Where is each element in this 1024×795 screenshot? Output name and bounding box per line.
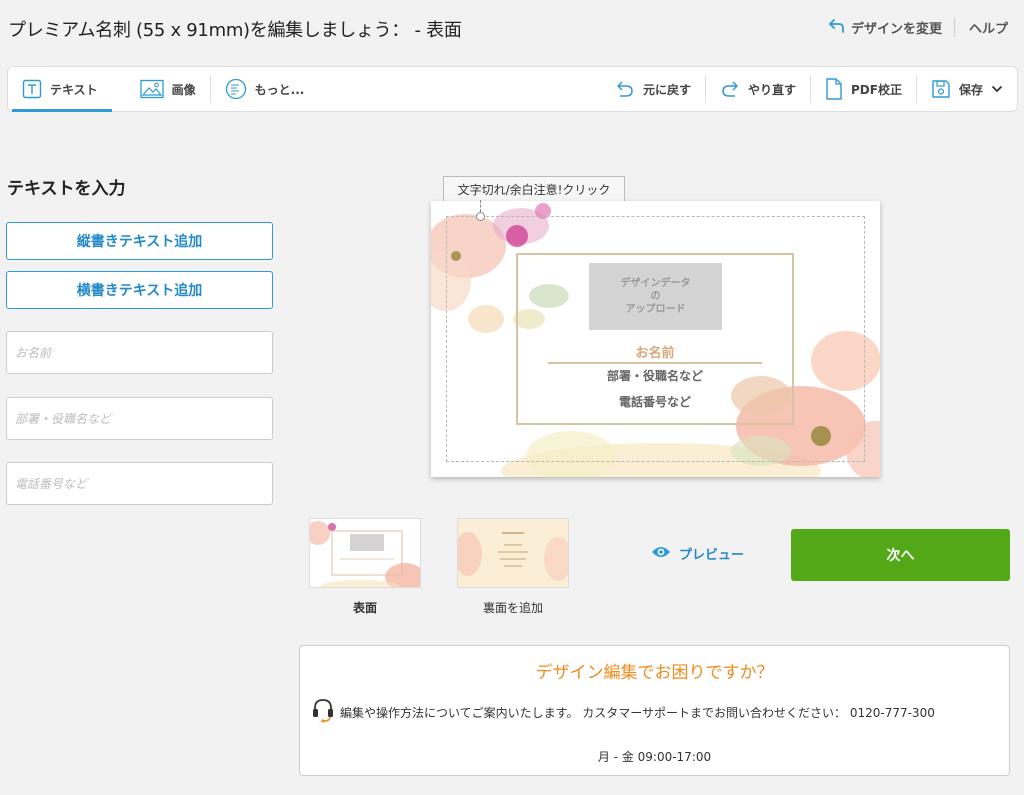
help-link[interactable]: ヘルプ: [955, 18, 1008, 37]
change-design-label: デザインを変更: [850, 22, 942, 37]
tab-more[interactable]: もっと...: [211, 67, 319, 111]
add-vertical-text-button[interactable]: 縦書きテキスト追加: [6, 222, 273, 260]
margin-warning-tooltip[interactable]: 文字切れ/余白注意!クリック: [443, 176, 625, 203]
panel-title: テキストを入力: [7, 179, 126, 199]
name-field[interactable]: [7, 332, 272, 373]
back-thumbnail[interactable]: [457, 518, 569, 588]
upload-line-3: アップロード: [625, 304, 686, 315]
card-canvas[interactable]: デザインデータ の アップロード お名前 部署・役職名など 電話番号など: [431, 201, 880, 477]
phone-field-wrapper: [6, 462, 273, 505]
back-thumbnail-image: [458, 519, 568, 587]
change-design-link[interactable]: デザインを変更: [829, 18, 955, 37]
card-dept-text[interactable]: 部署・役職名など: [548, 367, 762, 384]
upload-design-placeholder[interactable]: デザインデータ の アップロード: [589, 263, 722, 330]
tab-image[interactable]: 画像: [126, 67, 210, 111]
header-actions: デザインを変更 ヘルプ: [829, 18, 1008, 37]
tab-more-label: もっと...: [254, 82, 305, 97]
page-title: プレミアム名刺 (55 x 91mm)を編集しましょう： - 表面: [8, 20, 462, 41]
image-icon: [139, 79, 164, 99]
add-horizontal-text-button[interactable]: 横書きテキスト追加: [6, 271, 273, 309]
pdf-proof-button[interactable]: PDF校正: [811, 67, 916, 111]
redo-label: やり直す: [748, 82, 797, 97]
next-button[interactable]: 次へ: [791, 529, 1010, 581]
support-text: 編集や操作方法についてご案内いたします。 カスタマーサポートまでお問い合わせくだ…: [340, 706, 935, 720]
save-icon: [931, 79, 951, 99]
dept-title-field[interactable]: [7, 398, 272, 439]
front-thumbnail[interactable]: [309, 518, 421, 588]
redo-icon: [720, 79, 740, 99]
more-icon: [225, 78, 247, 100]
text-icon: [22, 79, 42, 99]
eye-icon: [651, 545, 671, 563]
undo-icon: [615, 79, 635, 99]
name-field-wrapper: [6, 331, 273, 374]
card-name-text[interactable]: お名前: [548, 342, 762, 361]
front-thumbnail-label: 表面: [352, 601, 377, 615]
card-phone-text[interactable]: 電話番号など: [548, 393, 762, 410]
undo-button[interactable]: 元に戻す: [601, 67, 705, 111]
support-title: デザイン編集でお困りですか？: [535, 663, 774, 683]
upload-line-1: デザインデータ: [620, 278, 691, 289]
undo-arrow-icon: [829, 18, 845, 37]
redo-button[interactable]: やり直す: [706, 67, 810, 111]
editor-toolbar: テキスト 画像 もっと... 元に戻す やり直す PDF校正 保存: [7, 66, 1018, 112]
rotate-handle[interactable]: [476, 212, 485, 221]
tab-image-label: 画像: [171, 82, 196, 97]
pdf-proof-label: PDF校正: [851, 82, 902, 97]
front-thumbnail-image: [310, 521, 420, 587]
back-thumbnail-label[interactable]: 裏面を追加: [457, 599, 569, 616]
dept-field-wrapper: [6, 397, 273, 440]
upload-line-2: の: [650, 291, 661, 302]
save-button[interactable]: 保存: [917, 67, 1017, 111]
phone-field[interactable]: [7, 463, 272, 504]
tab-text[interactable]: テキスト: [8, 67, 112, 112]
support-box: デザイン編集でお困りですか？ 編集や操作方法についてご案内いたします。 カスタマ…: [299, 645, 1010, 776]
headset-icon: [312, 698, 334, 727]
undo-label: 元に戻す: [642, 82, 691, 97]
handle-line: [480, 200, 481, 212]
chevron-down-icon[interactable]: [991, 85, 1003, 93]
pdf-icon: [825, 78, 843, 100]
preview-button[interactable]: プレビュー: [651, 544, 744, 563]
tab-text-label: テキスト: [50, 82, 98, 97]
support-contact-row: 編集や操作方法についてご案内いたします。 カスタマーサポートまでお問い合わせくだ…: [312, 698, 935, 727]
preview-label: プレビュー: [679, 548, 745, 563]
save-label: 保存: [958, 82, 983, 97]
card-divider: [548, 362, 762, 364]
support-hours: 月 - 金 09:00-17:00: [597, 750, 712, 764]
